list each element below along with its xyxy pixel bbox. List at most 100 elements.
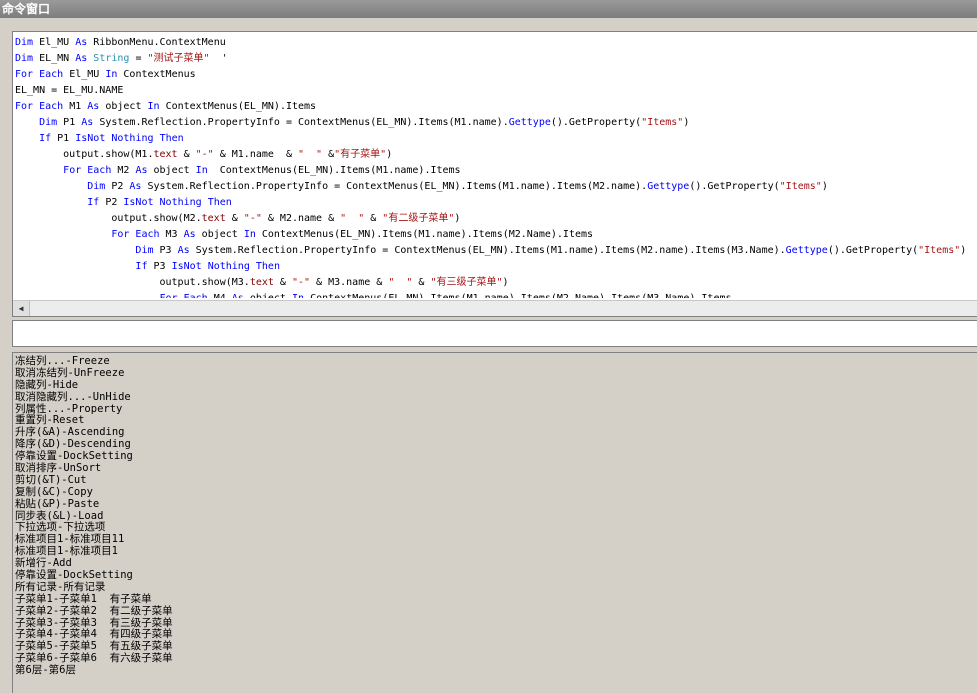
code-line: For Each M3 As object In ContextMenus(EL… (15, 227, 975, 243)
output-line: 取消冻结列-UnFreeze (15, 366, 125, 379)
code-token: " " (298, 149, 323, 160)
output-line: 子菜单2-子菜单2 有二级子菜单 (15, 604, 173, 617)
code-token: Dim (15, 53, 34, 64)
code-token: "-" (291, 277, 311, 288)
output-line: 隐藏列-Hide (15, 378, 79, 391)
code-token: output.show(M2. (15, 213, 202, 224)
code-token: M1 (63, 101, 88, 112)
code-line: output.show(M3.text & "-" & M3.name & " … (15, 275, 975, 291)
code-line: output.show(M2.text & "-" & M2.name & " … (15, 211, 975, 227)
code-token: object (99, 101, 148, 112)
code-token: In (147, 101, 160, 112)
code-token: Each (39, 101, 64, 112)
code-token: ' (209, 53, 228, 64)
code-token: "有二级子菜单" (382, 213, 455, 224)
output-line: 粘贴(&P)-Paste (15, 497, 100, 510)
code-token: Then (207, 197, 232, 208)
code-token: RibbonMenu.ContextMenu (87, 37, 226, 48)
output-line: 同步表(&L)-Load (15, 509, 104, 522)
code-token: As (135, 165, 148, 176)
code-token: M2 (111, 165, 136, 176)
code-area[interactable]: Dim El_MU As RibbonMenu.ContextMenu Dim E… (15, 35, 975, 298)
code-token: System.Reflection.PropertyInfo = Context… (93, 117, 509, 128)
code-token: If (135, 261, 148, 272)
code-token: ContextMenus(EL_MN).Items(M1.name).Items (207, 165, 461, 176)
code-line: For Each M4 As object In ContextMenus(EL… (15, 291, 975, 298)
code-token: Then (159, 133, 184, 144)
code-token: ().GetProperty( (550, 117, 642, 128)
scroll-left-arrow-icon[interactable]: ◀ (13, 301, 30, 316)
output-line: 取消隐藏列...-UnHide (15, 390, 131, 403)
code-token: ) (821, 181, 828, 192)
code-token: Each (87, 165, 112, 176)
code-token: output.show(M3. (15, 277, 250, 288)
output-line: 列属性...-Property (15, 402, 123, 415)
code-token: Dim (15, 37, 34, 48)
output-line: 下拉选项-下拉选项 (15, 521, 106, 534)
code-token: ) (454, 213, 461, 224)
output-panel: 冻结列...-Freeze 取消冻结列-UnFreeze 隐藏列-Hide 取消隐藏列… (12, 352, 977, 693)
code-token: "-" (243, 213, 262, 224)
code-token: As (129, 181, 142, 192)
code-token: If (39, 133, 52, 144)
command-input[interactable] (12, 320, 977, 347)
code-token: ContextMenus (117, 69, 196, 80)
code-line: If P2 IsNot Nothing Then (15, 195, 975, 211)
code-token: Nothing (111, 133, 154, 144)
code-token: "Items" (918, 245, 961, 256)
code-token: " " (340, 213, 365, 224)
output-line: 取消排序-UnSort (15, 462, 102, 475)
code-token: EL_MN (33, 53, 76, 64)
code-token: Gettype (508, 117, 551, 128)
output-line: 重置列-Reset (15, 414, 85, 427)
code-token: As (81, 117, 94, 128)
code-line: Dim El_MU As RibbonMenu.ContextMenu (15, 35, 975, 51)
code-token: ContextMenus(EL_MN).Items(M1.name).Items… (304, 293, 731, 298)
code-line: Dim P2 As System.Reflection.PropertyInfo… (15, 179, 975, 195)
code-line: For Each El_MU In ContextMenus (15, 67, 975, 83)
code-token: In (195, 165, 208, 176)
code-token: For (15, 101, 34, 112)
code-token: "测试子菜单" (147, 53, 210, 64)
code-token: Dim (87, 181, 106, 192)
output-line: 标准项目1-标准项目1 (15, 545, 118, 558)
code-token: Each (184, 293, 208, 298)
code-token: ().GetProperty( (827, 245, 919, 256)
output-line: 新增行-Add (15, 557, 72, 570)
code-token: M4 (208, 293, 232, 298)
code-line: output.show(M1.text & "-" & M1.name & " … (15, 147, 975, 163)
code-token: Dim (39, 117, 58, 128)
output-line: 降序(&D)-Descending (15, 438, 131, 451)
code-token: As (183, 229, 196, 240)
code-token: As (87, 101, 100, 112)
code-line: Dim EL_MN As String = "测试子菜单" ' (15, 51, 975, 67)
code-token: P2 (105, 181, 130, 192)
code-token: System.Reflection.PropertyInfo = Context… (141, 181, 648, 192)
code-token: For (160, 293, 178, 298)
code-token: ) (386, 149, 393, 160)
horizontal-scrollbar[interactable]: ◀ (13, 300, 977, 316)
code-token: IsNot (75, 133, 106, 144)
code-token: = (129, 53, 148, 64)
code-token: Nothing (159, 197, 202, 208)
code-editor[interactable]: Dim El_MU As RibbonMenu.ContextMenu Dim E… (12, 31, 977, 317)
code-line: If P1 IsNot Nothing Then (15, 131, 975, 147)
code-line: For Each M1 As object In ContextMenus(EL… (15, 99, 975, 115)
code-token: "Items" (641, 117, 684, 128)
code-token: output.show(M1. (15, 149, 154, 160)
code-token: P1 (51, 133, 76, 144)
output-line: 第6层-第6层 (15, 664, 76, 677)
code-token: Each (39, 69, 64, 80)
code-token: Nothing (207, 261, 250, 272)
window-title-bar: 命令窗口 (0, 0, 977, 18)
output-line: 子菜单6-子菜单6 有六级子菜单 (15, 652, 173, 665)
code-token: & M3.name & (310, 277, 389, 288)
